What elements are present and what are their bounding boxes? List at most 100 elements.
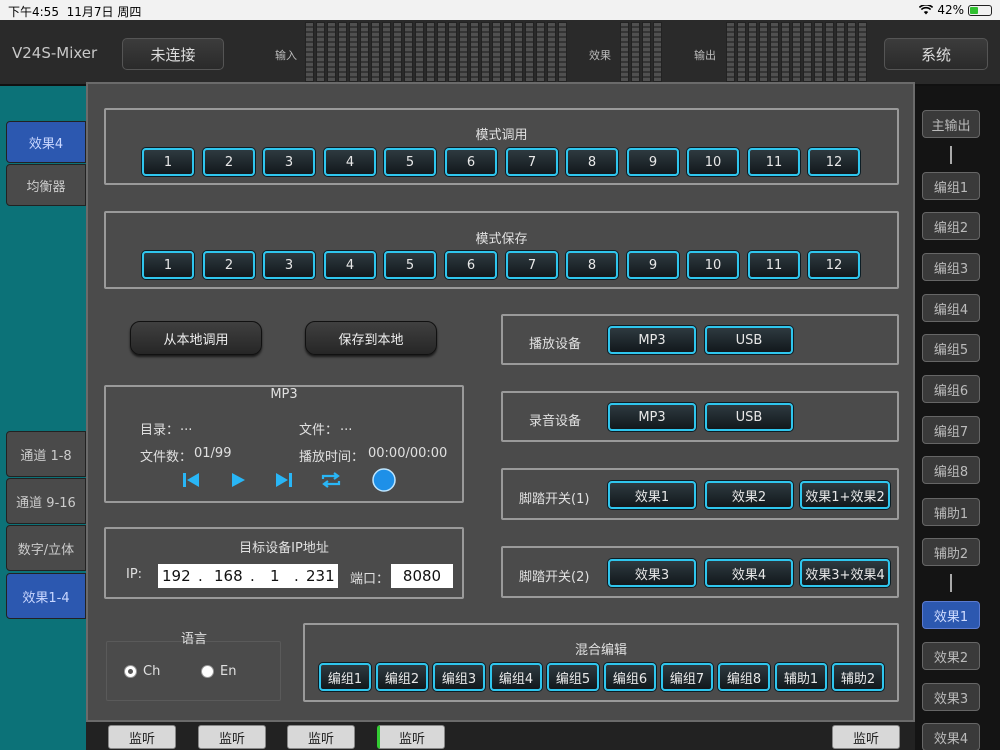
mode-save-11[interactable]: 11 [748,251,800,279]
system-button[interactable]: 系统 [884,38,988,70]
repeat-icon[interactable] [318,467,344,493]
record-device-mp3[interactable]: MP3 [608,403,696,431]
right-nav-effect2[interactable]: 效果2 [922,642,980,670]
mode-save-8[interactable]: 8 [566,251,618,279]
left-nav-effect-1-4[interactable]: 效果1-4 [6,573,86,619]
mode-recall-11[interactable]: 11 [748,148,800,176]
ip-octet-4: 231 [306,567,335,585]
mix-edit-group1[interactable]: 编组1 [319,663,371,691]
mode-save-2[interactable]: 2 [203,251,255,279]
left-nav-effect4[interactable]: 效果4 [6,121,86,163]
right-nav-group4[interactable]: 编组4 [922,294,980,322]
left-nav-channel-1-8[interactable]: 通道 1-8 [6,431,86,477]
clock-text: 下午4:55 [8,5,59,19]
mode-save-12[interactable]: 12 [808,251,860,279]
right-nav-effect4[interactable]: 效果4 [922,723,980,750]
mode-recall-4[interactable]: 4 [324,148,376,176]
language-ch-label: Ch [143,664,161,679]
foot-switch-1-effect1[interactable]: 效果1 [608,481,696,509]
previous-track-icon[interactable] [178,467,204,493]
mode-save-4[interactable]: 4 [324,251,376,279]
left-nav-channel-9-16[interactable]: 通道 9-16 [6,478,86,524]
monitor-button[interactable]: 监听 [377,725,445,749]
mix-edit-title: 混合编辑 [574,643,627,658]
mode-recall-5[interactable]: 5 [384,148,436,176]
mix-edit-aux2[interactable]: 辅助2 [832,663,884,691]
record-device-label: 录音设备 [529,414,582,429]
play-device-panel: 播放设备 MP3 USB [501,314,899,365]
mode-save-10[interactable]: 10 [687,251,739,279]
mode-save-9[interactable]: 9 [627,251,679,279]
foot-switch-2-label: 脚踏开关(2) [519,570,590,585]
mode-recall-6[interactable]: 6 [445,148,497,176]
foot-switch-1-effect2[interactable]: 效果2 [705,481,793,509]
monitor-button[interactable]: 监听 [108,725,176,749]
right-nav-group8[interactable]: 编组8 [922,456,980,484]
mix-edit-group2[interactable]: 编组2 [376,663,428,691]
connect-button[interactable]: 未连接 [122,38,224,70]
mix-edit-group7[interactable]: 编组7 [661,663,713,691]
foot-switch-2-effect3-4[interactable]: 效果3+效果4 [800,559,890,587]
right-nav-group5[interactable]: 编组5 [922,334,980,362]
foot-switch-1-effect1-2[interactable]: 效果1+效果2 [800,481,890,509]
left-nav-digital-stereo[interactable]: 数字/立体 [6,525,86,571]
left-nav-equalizer[interactable]: 均衡器 [6,164,86,206]
ip-address-field[interactable]: 192 . 168 . 1 . 231 [158,564,338,588]
record-icon[interactable] [371,467,397,493]
mix-edit-group8[interactable]: 编组8 [718,663,770,691]
mode-recall-10[interactable]: 10 [687,148,739,176]
right-nav-main-out[interactable]: 主输出 [922,110,980,138]
mode-save-1[interactable]: 1 [142,251,194,279]
mode-recall-8[interactable]: 8 [566,148,618,176]
foot-switch-2-effect3[interactable]: 效果3 [608,559,696,587]
status-time: 下午4:55 11月7日 周四 [8,3,141,20]
right-nav-effect3[interactable]: 效果3 [922,683,980,711]
mix-edit-group3[interactable]: 编组3 [433,663,485,691]
mix-edit-group6[interactable]: 编组6 [604,663,656,691]
mode-save-6[interactable]: 6 [445,251,497,279]
monitor-button[interactable]: 监听 [198,725,266,749]
ip-dot: . [250,567,255,585]
right-nav-group7[interactable]: 编组7 [922,416,980,444]
right-nav-group1[interactable]: 编组1 [922,172,980,200]
play-icon[interactable] [225,467,251,493]
record-device-usb[interactable]: USB [705,403,793,431]
mode-recall-12[interactable]: 12 [808,148,860,176]
mix-edit-group5[interactable]: 编组5 [547,663,599,691]
record-device-panel: 录音设备 MP3 USB [501,391,899,442]
system-dialog: 模式调用 1 2 3 4 5 6 7 8 9 10 11 12 模式保存 1 2… [86,82,915,722]
mp3-count-value: 01/99 [194,446,232,461]
mode-save-5[interactable]: 5 [384,251,436,279]
save-local-button[interactable]: 保存到本地 [305,321,437,355]
port-field[interactable]: 8080 [391,564,453,588]
play-device-mp3[interactable]: MP3 [608,326,696,354]
mode-recall-9[interactable]: 9 [627,148,679,176]
language-en-radio[interactable] [201,665,214,678]
mix-edit-group4[interactable]: 编组4 [490,663,542,691]
mode-save-3[interactable]: 3 [263,251,315,279]
monitor-button[interactable]: 监听 [832,725,900,749]
right-nav-aux1[interactable]: 辅助1 [922,498,980,526]
ip-label: IP: [126,567,143,582]
mode-recall-7[interactable]: 7 [506,148,558,176]
language-ch-radio[interactable] [124,665,137,678]
foot-switch-2-effect4[interactable]: 效果4 [705,559,793,587]
foot-switch-1-label: 脚踏开关(1) [519,492,590,507]
next-track-icon[interactable] [271,467,297,493]
right-nav-group3[interactable]: 编组3 [922,253,980,281]
right-nav-effect1[interactable]: 效果1 [922,601,980,629]
date-text: 11月7日 周四 [66,5,142,19]
mix-edit-aux1[interactable]: 辅助1 [775,663,827,691]
right-nav-group6[interactable]: 编组6 [922,375,980,403]
play-device-usb[interactable]: USB [705,326,793,354]
load-local-button[interactable]: 从本地调用 [130,321,262,355]
mode-recall-3[interactable]: 3 [263,148,315,176]
wifi-icon [919,5,934,15]
mode-recall-1[interactable]: 1 [142,148,194,176]
mode-recall-2[interactable]: 2 [203,148,255,176]
right-nav-group2[interactable]: 编组2 [922,212,980,240]
monitor-button[interactable]: 监听 [287,725,355,749]
right-nav-aux2[interactable]: 辅助2 [922,538,980,566]
mode-save-7[interactable]: 7 [506,251,558,279]
foot-switch-2-panel: 脚踏开关(2) 效果3 效果4 效果3+效果4 [501,546,899,598]
